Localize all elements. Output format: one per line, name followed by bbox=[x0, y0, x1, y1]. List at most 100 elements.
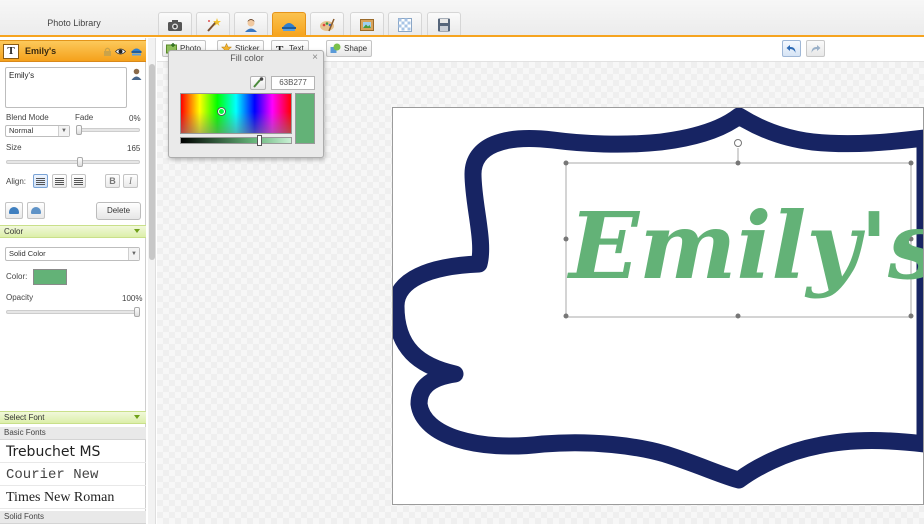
collapse-triangle-icon bbox=[134, 415, 140, 419]
select-font-section-header[interactable]: Select Font bbox=[0, 411, 146, 424]
resize-handle[interactable] bbox=[563, 160, 569, 166]
save-disk-icon bbox=[438, 18, 450, 31]
select-font-title: Select Font bbox=[4, 413, 45, 422]
tab-save[interactable] bbox=[427, 12, 461, 36]
close-icon[interactable]: × bbox=[312, 53, 318, 63]
design-canvas[interactable]: Emily's bbox=[392, 107, 924, 505]
color-section-header[interactable]: Color bbox=[0, 225, 146, 238]
color-type-value: Solid Color bbox=[9, 249, 46, 258]
blend-mode-value: Normal bbox=[9, 126, 34, 135]
text-layer-icon: T bbox=[3, 44, 19, 59]
arc-up-button[interactable] bbox=[5, 202, 23, 219]
canvas-artwork: Emily's bbox=[393, 108, 924, 489]
eye-icon[interactable] bbox=[115, 46, 126, 57]
color-label: Color: bbox=[6, 272, 28, 281]
opacity-value: 100% bbox=[122, 294, 143, 303]
scrollbar-thumb[interactable] bbox=[149, 64, 155, 260]
align-center-icon bbox=[55, 177, 64, 185]
align-right-icon bbox=[74, 177, 83, 185]
fade-value: 0% bbox=[129, 114, 141, 123]
layer-name: Emily's bbox=[25, 46, 57, 56]
bold-button[interactable]: B bbox=[105, 174, 120, 188]
size-label: Size bbox=[6, 143, 22, 152]
resize-handle[interactable] bbox=[563, 236, 569, 242]
canvas-text-emilys[interactable]: Emily's bbox=[566, 192, 924, 300]
color-section-title: Color bbox=[4, 227, 24, 236]
tab-effects[interactable] bbox=[196, 12, 230, 36]
tab-layers[interactable] bbox=[272, 12, 306, 36]
font-option-times[interactable]: Times New Roman bbox=[0, 487, 146, 509]
tab-photos[interactable] bbox=[158, 12, 192, 36]
blend-mode-label: Blend Mode bbox=[6, 113, 49, 122]
user-icon[interactable] bbox=[131, 68, 142, 80]
size-slider-thumb[interactable] bbox=[77, 157, 83, 167]
fade-slider-thumb[interactable] bbox=[76, 125, 82, 135]
rotate-handle[interactable] bbox=[734, 139, 742, 147]
tab-touch-up[interactable] bbox=[234, 12, 268, 36]
tab-frames[interactable] bbox=[350, 12, 384, 36]
align-left-icon bbox=[36, 177, 45, 185]
align-label: Align: bbox=[6, 177, 27, 186]
undo-icon bbox=[786, 44, 796, 53]
text-content-input[interactable]: Emily's bbox=[5, 67, 127, 108]
size-slider[interactable] bbox=[6, 157, 140, 167]
magic-wand-icon bbox=[207, 17, 221, 32]
align-left-button[interactable] bbox=[33, 174, 48, 188]
eyedropper-button[interactable] bbox=[250, 76, 266, 90]
arc-up-icon bbox=[9, 207, 19, 214]
size-value: 165 bbox=[127, 144, 141, 153]
opacity-slider-thumb[interactable] bbox=[134, 307, 140, 317]
chevron-down-icon: ▼ bbox=[58, 126, 69, 136]
color-type-select[interactable]: Solid Color ▼ bbox=[5, 247, 140, 261]
delete-button[interactable]: Delete bbox=[96, 202, 141, 220]
opacity-label: Opacity bbox=[6, 293, 34, 302]
eyedropper-icon bbox=[253, 77, 264, 88]
lock-icon[interactable] bbox=[102, 46, 113, 57]
hex-color-input[interactable]: 63B277 bbox=[271, 76, 315, 90]
tab-decorate[interactable] bbox=[310, 12, 344, 36]
tab-textures[interactable] bbox=[388, 12, 422, 36]
chevron-down-icon: ▼ bbox=[128, 248, 139, 260]
font-option-trebuchet[interactable]: Trebuchet MS bbox=[0, 441, 146, 463]
opacity-slider[interactable] bbox=[6, 307, 140, 317]
layers-icon bbox=[282, 22, 296, 31]
layer-header: T Emily's bbox=[0, 40, 146, 62]
align-center-button[interactable] bbox=[52, 174, 67, 188]
resize-handle[interactable] bbox=[563, 313, 569, 319]
redo-button[interactable] bbox=[806, 40, 825, 57]
resize-handle[interactable] bbox=[735, 313, 741, 319]
basic-fonts-header[interactable]: Basic Fonts bbox=[0, 427, 146, 440]
brightness-slider-thumb[interactable] bbox=[257, 135, 262, 146]
undo-button[interactable] bbox=[782, 40, 801, 57]
photo-library-tab[interactable]: Photo Library bbox=[0, 12, 148, 36]
solid-fonts-header[interactable]: Solid Fonts bbox=[0, 511, 146, 524]
blend-mode-select[interactable]: Normal ▼ bbox=[5, 125, 70, 137]
fill-color-popup: Fill color × 63B277 bbox=[168, 50, 324, 158]
italic-button[interactable]: I bbox=[123, 174, 138, 188]
resize-handle[interactable] bbox=[735, 160, 741, 166]
arc-down-button[interactable] bbox=[27, 202, 45, 219]
resize-handle[interactable] bbox=[908, 160, 914, 166]
align-right-button[interactable] bbox=[71, 174, 86, 188]
resize-handle[interactable] bbox=[908, 313, 914, 319]
paint-palette-icon bbox=[320, 18, 335, 31]
left-panel-scrollbar[interactable] bbox=[148, 38, 156, 524]
italic-label: I bbox=[129, 176, 132, 186]
spectrum-cursor[interactable] bbox=[218, 108, 225, 115]
top-bar: Photo Library bbox=[0, 0, 924, 37]
arc-down-icon bbox=[31, 207, 41, 214]
fade-slider[interactable] bbox=[76, 125, 140, 135]
layers-stack-icon[interactable] bbox=[131, 46, 142, 57]
color-swatch[interactable] bbox=[33, 269, 67, 285]
font-option-courier[interactable]: Courier New bbox=[0, 464, 146, 486]
add-shape-button[interactable]: Shape bbox=[326, 40, 373, 57]
fade-label: Fade bbox=[75, 113, 94, 122]
active-tab-underline bbox=[0, 35, 924, 37]
color-preview-swatch bbox=[295, 93, 315, 144]
fill-color-title: Fill color bbox=[230, 53, 264, 63]
collapse-triangle-icon bbox=[134, 229, 140, 233]
transparency-grid-icon bbox=[398, 17, 412, 32]
color-spectrum-picker[interactable] bbox=[180, 93, 292, 134]
brightness-slider[interactable] bbox=[180, 135, 292, 146]
redo-icon bbox=[811, 44, 821, 53]
